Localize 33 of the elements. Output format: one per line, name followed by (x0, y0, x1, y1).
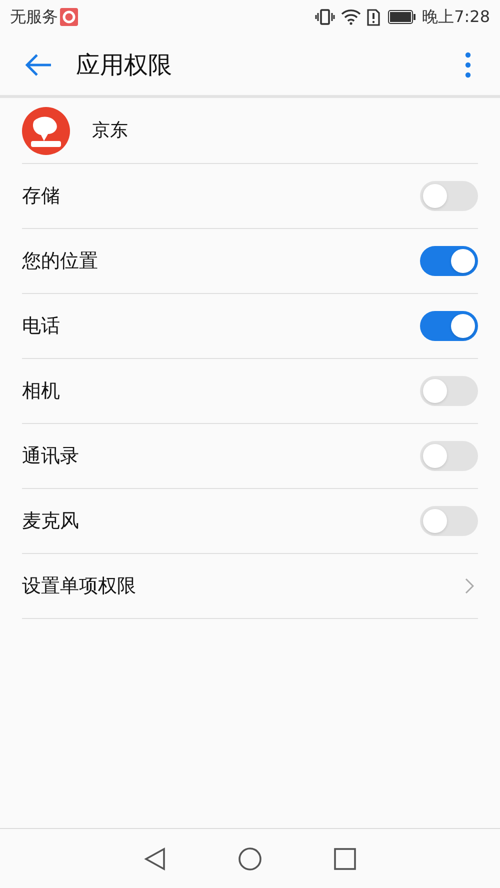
toggle-switch[interactable] (420, 441, 478, 471)
permission-label: 存储 (22, 184, 61, 209)
recents-nav-icon (334, 848, 356, 870)
app-name: 京东 (92, 119, 128, 143)
page-title: 应用权限 (76, 50, 173, 80)
permission-link-row[interactable]: 设置单项权限 (22, 554, 478, 619)
clock-text: 晚上7:28 (422, 6, 490, 28)
permission-label: 您的位置 (22, 248, 99, 274)
permission-label: 设置单项权限 (22, 574, 137, 599)
toggle-switch[interactable] (420, 506, 478, 536)
permission-label: 电话 (22, 314, 61, 339)
permission-label: 相机 (22, 378, 61, 404)
recents-nav-button[interactable] (334, 848, 356, 870)
home-nav-button[interactable] (238, 846, 262, 870)
toggle-switch[interactable] (420, 181, 478, 211)
permission-label: 麦克风 (22, 508, 80, 534)
more-icon (465, 52, 471, 78)
toggle-switch[interactable] (420, 246, 478, 276)
chevron-right-icon (465, 578, 474, 594)
back-icon (24, 52, 52, 76)
back-nav-button[interactable] (144, 846, 166, 870)
battery-icon (388, 10, 416, 24)
carrier-text: 无服务 (10, 6, 58, 28)
app-logo-icon (22, 106, 70, 154)
permission-label: 通讯录 (22, 444, 80, 469)
toggle-switch[interactable] (420, 376, 478, 406)
vibrate-icon (315, 8, 336, 26)
toggle-switch[interactable] (420, 311, 478, 341)
back-nav-icon (144, 846, 166, 870)
app-notification-icon (60, 8, 78, 26)
home-nav-icon (238, 846, 262, 870)
sim-alert-icon (367, 8, 380, 26)
wifi-icon (341, 9, 362, 25)
